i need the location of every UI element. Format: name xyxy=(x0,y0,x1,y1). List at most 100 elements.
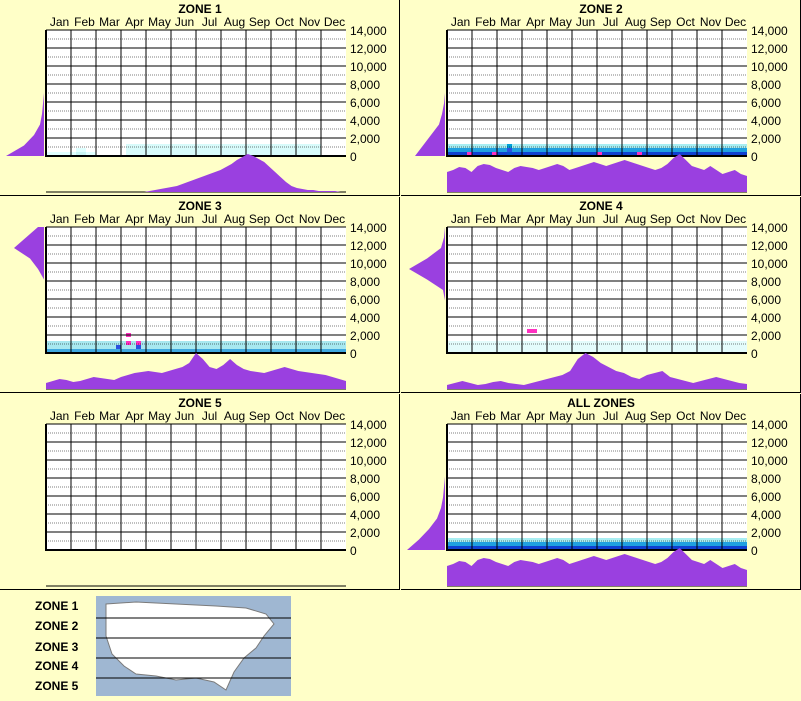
heat-cell xyxy=(587,345,592,349)
heat-cell xyxy=(647,144,652,148)
heat-cell xyxy=(592,345,597,349)
heat-cell xyxy=(702,148,707,152)
heat-cell xyxy=(642,542,647,546)
heat-cell xyxy=(682,341,687,345)
heat-cell xyxy=(452,538,457,542)
heat-cell xyxy=(692,144,697,148)
heat-cell xyxy=(126,148,131,152)
heat-cell xyxy=(512,148,517,152)
heat-cell xyxy=(662,345,667,349)
heat-cell xyxy=(341,341,346,345)
heat-cell xyxy=(712,345,717,349)
heat-cell xyxy=(251,144,256,148)
heat-cell xyxy=(612,538,617,542)
zone-panel-5: ZONE 5 Jan Feb Mar Apr May Jun Jul Aug Sep Oct Nov D… xyxy=(0,394,400,590)
heat-cell xyxy=(632,144,637,148)
heat-cell xyxy=(306,144,311,148)
heat-cell xyxy=(522,538,527,542)
heat-cell xyxy=(602,148,607,152)
heat-cell xyxy=(301,144,306,148)
heat-cell xyxy=(692,542,697,546)
heat-cell xyxy=(672,538,677,542)
heat-cell xyxy=(487,542,492,546)
heat-cell xyxy=(226,345,231,349)
legend-zone-4: ZONE 4 xyxy=(35,659,79,673)
heat-cell xyxy=(717,341,722,345)
heat-cell xyxy=(727,542,732,546)
heat-cell xyxy=(562,542,567,546)
heat-cell xyxy=(306,345,311,349)
heat-cell xyxy=(276,144,281,148)
heat-cell xyxy=(647,538,652,542)
heat-cell xyxy=(722,345,727,349)
heat-cell xyxy=(131,345,136,349)
heat-cell xyxy=(56,341,61,345)
heat-cell xyxy=(311,148,316,152)
heat-cell xyxy=(617,542,622,546)
elevation-histogram xyxy=(409,227,445,353)
heat-cell xyxy=(91,345,96,349)
heat-cell xyxy=(532,538,537,542)
heat-cell xyxy=(697,148,702,152)
heat-cell xyxy=(607,341,612,345)
heat-cell xyxy=(116,345,121,349)
heat-cell xyxy=(462,148,467,152)
heat-cell xyxy=(331,345,336,349)
heat-cell xyxy=(522,345,527,349)
heat-cell xyxy=(527,144,532,148)
legend-zone-1: ZONE 1 xyxy=(35,599,79,613)
heat-cell xyxy=(76,148,81,152)
heat-cell xyxy=(637,341,642,345)
heat-cell xyxy=(136,148,141,152)
heat-cell xyxy=(336,345,341,349)
heat-cell xyxy=(321,345,326,349)
heat-cell xyxy=(617,148,622,152)
heat-cell xyxy=(537,144,542,148)
heat-cell xyxy=(502,148,507,152)
heat-cell xyxy=(732,341,737,345)
heat-cell xyxy=(617,345,622,349)
heat-cell xyxy=(512,542,517,546)
heat-cell xyxy=(632,542,637,546)
heat-cell xyxy=(146,341,151,345)
heat-cell xyxy=(462,542,467,546)
heat-cell xyxy=(657,341,662,345)
heat-cell xyxy=(271,341,276,345)
heat-cell xyxy=(737,148,742,152)
heat-cell xyxy=(717,345,722,349)
heat-cell xyxy=(602,345,607,349)
heat-cell xyxy=(216,341,221,345)
heat-cell xyxy=(166,341,171,345)
heat-cell xyxy=(667,341,672,345)
heat-cell xyxy=(697,538,702,542)
heat-cell xyxy=(562,144,567,148)
heat-cell xyxy=(472,345,477,349)
heat-cell xyxy=(502,538,507,542)
heat-cell xyxy=(722,538,727,542)
heat-cell xyxy=(186,341,191,345)
heat-cell xyxy=(472,542,477,546)
heat-cell xyxy=(742,341,747,345)
heat-cell xyxy=(647,148,652,152)
heat-cell xyxy=(281,148,286,152)
heat-cell xyxy=(512,345,517,349)
heat-cell xyxy=(462,345,467,349)
heat-cell xyxy=(682,144,687,148)
heat-cell xyxy=(131,148,136,152)
heat-cell xyxy=(587,538,592,542)
heat-cell xyxy=(492,341,497,345)
zone-panel-2: ZONE 2 Jan Feb Mar Apr May Jun Jul Aug Sep Oct Nov D… xyxy=(401,0,801,196)
heat-cell xyxy=(251,341,256,345)
heat-cell xyxy=(642,341,647,345)
heat-cell xyxy=(722,148,727,152)
heat-cell xyxy=(452,341,457,345)
heat-cell xyxy=(231,148,236,152)
heat-cell xyxy=(96,345,101,349)
heat-cell xyxy=(296,341,301,345)
heat-cell xyxy=(482,542,487,546)
heat-cell xyxy=(131,144,136,148)
heat-cell xyxy=(677,144,682,148)
heat-cell xyxy=(201,144,206,148)
heat-cell xyxy=(672,148,677,152)
heat-cell xyxy=(657,345,662,349)
